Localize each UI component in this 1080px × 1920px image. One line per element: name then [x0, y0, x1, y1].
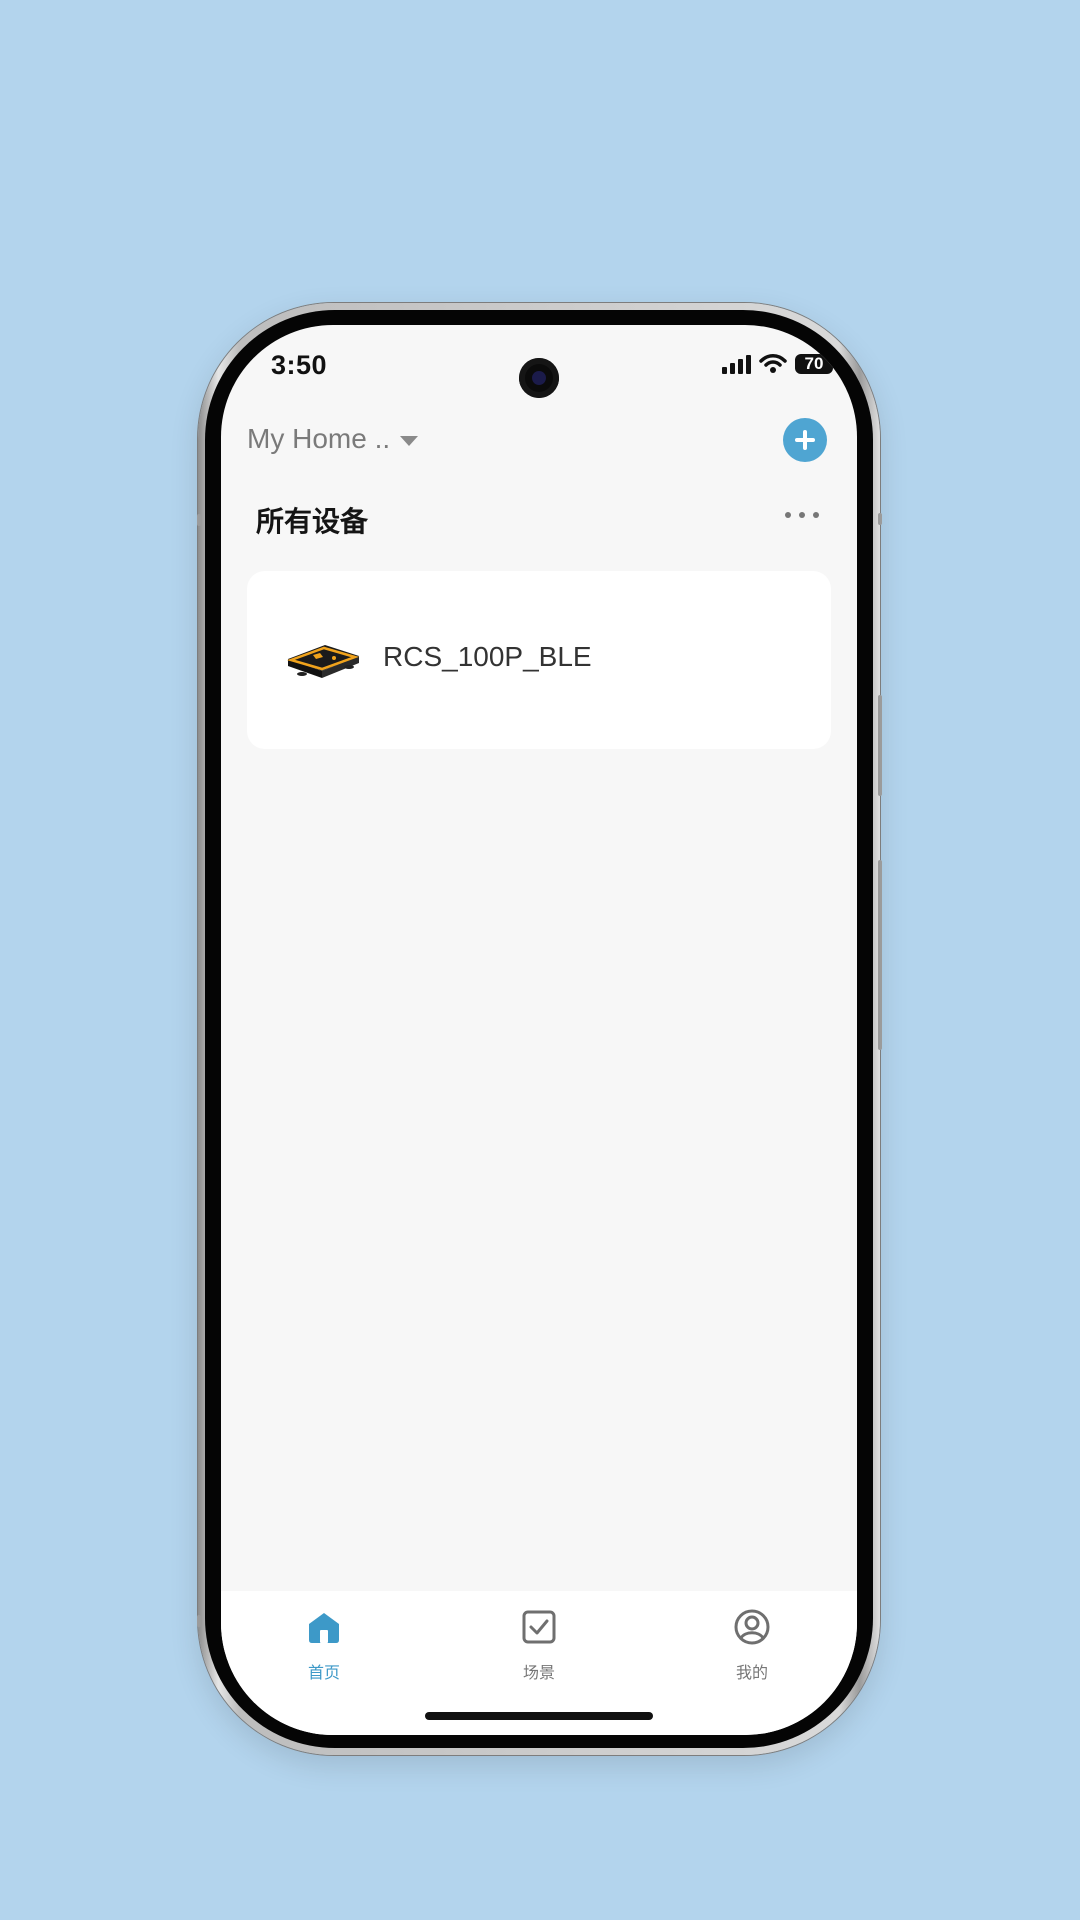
wifi-icon — [759, 354, 787, 373]
side-button-right-volume-up — [878, 695, 882, 796]
tab-profile[interactable]: 我的 — [707, 1608, 797, 1683]
more-dot-icon — [813, 512, 819, 518]
side-button-left — [197, 514, 201, 526]
app-screen: 3:50 70 My Home .. 所有设备 RCS_100P_BLE 首页 … — [221, 325, 857, 1735]
status-indicators: 70 — [722, 354, 837, 374]
status-time: 3:50 — [271, 350, 328, 380]
checkbox-icon — [522, 1610, 556, 1644]
more-dot-icon — [785, 512, 791, 518]
side-button-right-power — [878, 860, 882, 1050]
more-options-button[interactable] — [785, 509, 819, 521]
tab-home-label: 首页 — [307, 1665, 340, 1682]
more-dot-icon — [799, 512, 805, 518]
device-thumbnail — [286, 645, 360, 678]
tab-home[interactable]: 首页 — [279, 1608, 369, 1683]
side-button-left-lower — [197, 1615, 201, 1627]
device-name: RCS_100P_BLE — [383, 641, 592, 672]
home-label: My Home .. — [247, 423, 391, 454]
cellular-signal-icon — [722, 354, 751, 374]
chevron-down-icon — [400, 435, 419, 446]
home-indicator — [425, 1712, 653, 1720]
tab-scenes-label: 场景 — [522, 1665, 555, 1682]
tab-profile-label: 我的 — [735, 1665, 768, 1682]
add-device-button[interactable] — [783, 418, 827, 462]
home-icon — [309, 1613, 339, 1643]
user-icon — [734, 1609, 770, 1645]
side-button-right-upper — [878, 513, 882, 525]
plus-icon-vertical — [803, 430, 807, 450]
battery-indicator: 70 — [795, 354, 837, 374]
home-selector[interactable]: My Home .. — [247, 423, 419, 455]
section-title: 所有设备 — [256, 506, 369, 537]
device-card[interactable]: RCS_100P_BLE — [247, 571, 831, 749]
tab-scenes[interactable]: 场景 — [494, 1608, 584, 1683]
front-camera — [519, 358, 559, 398]
